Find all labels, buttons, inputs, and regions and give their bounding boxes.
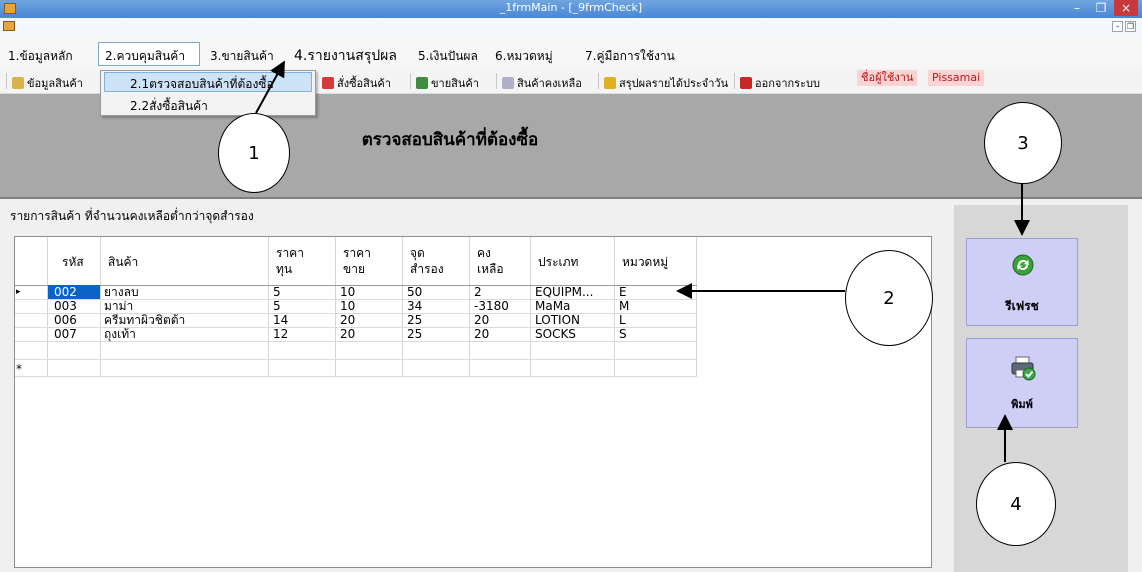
annotation-1: 1	[218, 113, 290, 193]
annotation-4: 4	[976, 462, 1056, 546]
annotation-3: 3	[984, 102, 1062, 184]
annotation-arrow-1	[255, 60, 285, 114]
annotation-2: 2	[845, 250, 933, 346]
annotation-arrows	[255, 60, 1030, 462]
